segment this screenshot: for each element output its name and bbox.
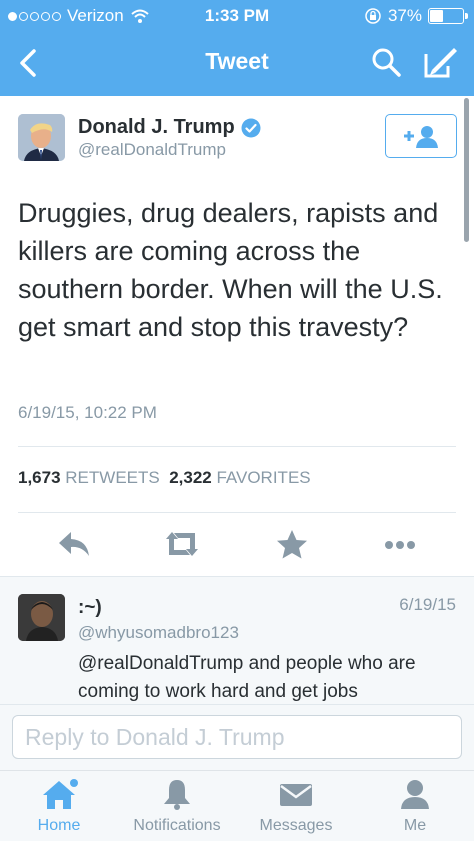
divider (18, 512, 456, 513)
app-header: Verizon 1:33 PM 37% Tweet (0, 0, 474, 96)
status-bar: Verizon 1:33 PM 37% (0, 0, 474, 32)
reply-author-name[interactable]: :~) (78, 597, 102, 619)
reply-date: 6/19/15 (399, 595, 456, 614)
reply-item[interactable]: :~) @whyusomadbro123 6/19/15 @realDonald… (0, 576, 474, 706)
scrollbar[interactable] (464, 98, 469, 242)
tweet-timestamp: 6/19/15, 10:22 PM (18, 403, 157, 422)
person-icon (401, 780, 429, 809)
follow-button[interactable] (385, 114, 457, 158)
author-avatar[interactable] (18, 114, 65, 161)
retweet-icon[interactable] (162, 528, 202, 560)
tweet-actions (0, 520, 474, 568)
favorite-count[interactable]: 2,322 (169, 468, 212, 487)
author-handle[interactable]: @realDonaldTrump (78, 140, 226, 160)
add-user-icon (404, 126, 438, 148)
tab-notifications-label: Notifications (133, 817, 221, 834)
verified-badge-icon (241, 118, 261, 137)
retweet-count[interactable]: 1,673 (18, 468, 61, 487)
battery-icon (428, 8, 468, 24)
battery-fill (430, 10, 443, 22)
retweet-label[interactable]: RETWEETS (65, 468, 159, 487)
bottom-tab-bar: Home Notifications Messages Me (0, 770, 474, 841)
bell-icon (164, 780, 190, 810)
page-title: Tweet (205, 48, 269, 74)
favorite-label[interactable]: FAVORITES (216, 468, 310, 487)
tab-home-label: Home (37, 817, 81, 834)
search-icon[interactable] (370, 46, 402, 78)
reply-author-handle[interactable]: @whyusomadbro123 (78, 623, 239, 643)
reply-text: @realDonaldTrump and people who are comi… (78, 653, 416, 702)
more-options-icon[interactable] (380, 528, 420, 560)
author-name[interactable]: Donald J. Trump (78, 116, 235, 139)
reply-icon[interactable] (54, 528, 94, 560)
tab-me[interactable]: Me (356, 777, 474, 839)
reply-composer (0, 704, 474, 770)
reply-avatar[interactable] (18, 594, 65, 641)
tab-messages-label: Messages (259, 817, 333, 834)
divider (18, 446, 456, 447)
orientation-lock-icon (365, 8, 381, 24)
compose-icon[interactable] (420, 44, 460, 80)
battery-percent: 37% (387, 6, 422, 25)
tweet-stats: 1,673 RETWEETS 2,322 FAVORITES (18, 468, 311, 488)
reply-input[interactable] (12, 715, 462, 759)
home-icon (43, 779, 78, 809)
tab-messages[interactable]: Messages (237, 777, 355, 839)
tab-me-label: Me (403, 817, 427, 834)
favorite-star-icon[interactable] (272, 528, 312, 560)
tab-notifications[interactable]: Notifications (118, 777, 236, 839)
tweet-text: Druggies, drug dealers, rapists and kill… (18, 198, 443, 342)
envelope-icon (280, 784, 312, 806)
tab-home[interactable]: Home (0, 777, 118, 839)
